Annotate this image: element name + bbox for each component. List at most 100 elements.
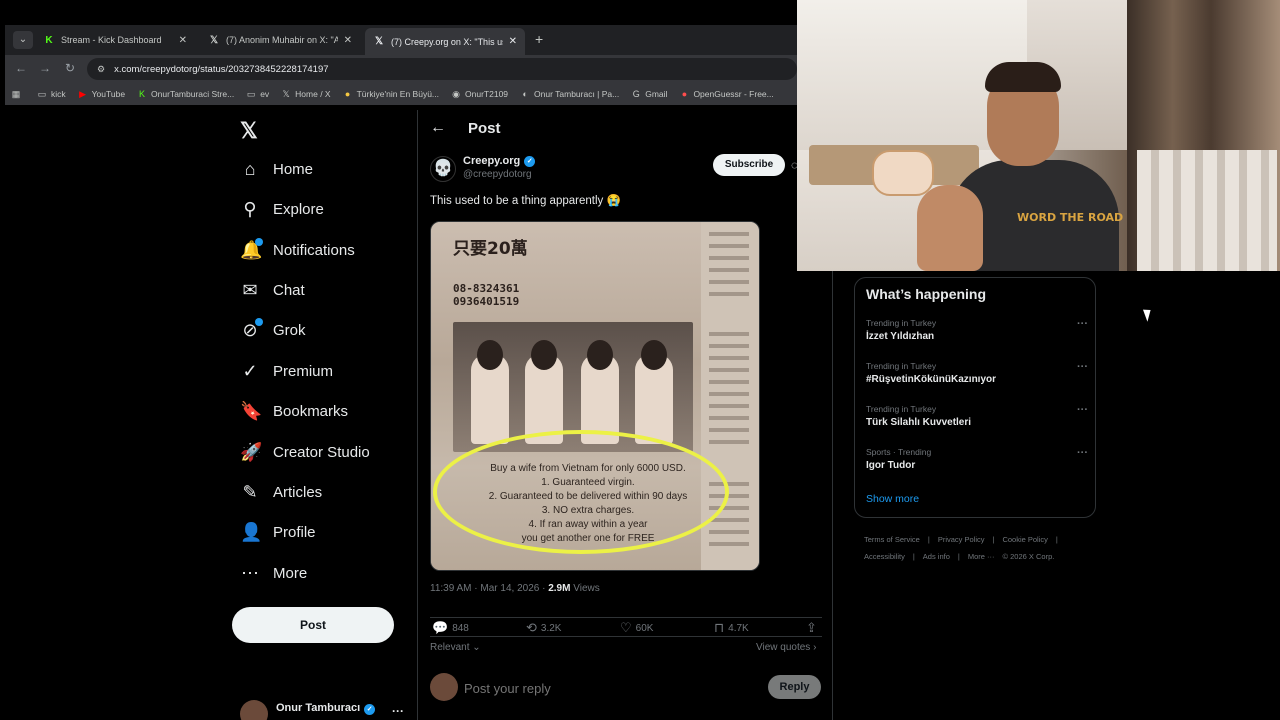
subscribe-button[interactable]: Subscribe <box>713 154 785 176</box>
new-tab-button[interactable]: + <box>535 31 543 47</box>
like-count: 60K <box>635 622 654 634</box>
tab-search-button[interactable]: ⌄ <box>13 31 33 49</box>
more-options-icon[interactable]: ··· <box>1077 404 1088 416</box>
views-label: Views <box>573 583 600 594</box>
articles-icon: ✎ <box>242 481 258 502</box>
sidebar-item-articles[interactable]: ✎ Articles <box>240 477 322 507</box>
close-icon[interactable]: ✕ <box>509 36 517 47</box>
forward-icon[interactable]: → <box>37 61 53 75</box>
bookmark-kick-stream[interactable]: K OnurTamburaci Stre... <box>137 89 234 99</box>
like-action[interactable]: ♡ 60K <box>620 620 653 636</box>
main-column: ← Post 💀 Creepy.org ✓ @creepydotorg Subsc… <box>417 110 833 720</box>
reply-button[interactable]: Reply <box>768 675 821 699</box>
footer-separator: | <box>957 552 960 561</box>
post-text: This used to be a thing apparently 😭 <box>430 195 621 207</box>
folder-icon: ▭ <box>37 88 47 99</box>
post-time[interactable]: 11:39 AM · Mar 14, 2026 · <box>430 583 545 594</box>
repost-count: 3.2K <box>540 622 562 634</box>
sidebar-item-chat[interactable]: ✉ Chat <box>240 275 304 305</box>
author-handle[interactable]: @creepydotorg <box>463 169 532 180</box>
site-info-icon[interactable]: ⚙ <box>97 64 105 75</box>
show-more-link[interactable]: Show more <box>866 493 919 505</box>
kick-icon: K <box>139 89 146 99</box>
bookmark-gmail[interactable]: G Gmail <box>631 89 668 99</box>
sidebar-item-notifications[interactable]: 🔔 Notifications <box>240 235 355 265</box>
google-icon: G <box>632 89 640 99</box>
footer-privacy[interactable]: Privacy Policy <box>938 535 985 544</box>
ad-line: 3. NO extra charges. <box>541 505 635 516</box>
sidebar-item-explore[interactable]: ⚲ Explore <box>240 194 323 224</box>
sidebar-item-home[interactable]: ⌂ Home <box>240 154 313 184</box>
sidebar-item-grok[interactable]: ⊘ Grok <box>240 315 306 345</box>
tab-creepy-org[interactable]: 𝕏 (7) Creepy.org on X: "This used ✕ <box>365 28 525 55</box>
more-options-icon[interactable]: ··· <box>1077 447 1088 459</box>
trend-item[interactable]: Trending in Turkey Türk Silahlı Kuvvetle… <box>866 404 1088 438</box>
tab-title: (7) Creepy.org on X: "This used <box>391 36 503 47</box>
sidebar-item-label: Premium <box>273 362 334 380</box>
trend-item[interactable]: Trending in Turkey #RüşvetinKökünüKazını… <box>866 361 1088 395</box>
tab-anonim-muhabir[interactable]: 𝕏 (7) Anonim Muhabir on X: "Am ✕ <box>200 28 360 52</box>
notification-dot-icon <box>255 317 263 326</box>
bookmark-onur-patreon[interactable]: ◐ Onur Tamburacı | Pa... <box>520 89 619 99</box>
bookmark-youtube[interactable]: ▶ YouTube <box>78 89 125 100</box>
sidebar-item-bookmarks[interactable]: 🔖 Bookmarks <box>240 396 348 426</box>
bookmark-label: OnurTamburaci Stre... <box>151 89 235 99</box>
close-icon[interactable]: ✕ <box>344 35 352 46</box>
bookmarks-bar: ▦ ▭ kick ▶ YouTube K OnurTamburaci Stre... … <box>5 83 797 105</box>
address-bar[interactable]: ⚙ x.com/creepydotorg/status/203273845222… <box>87 58 797 80</box>
footer-accessibility[interactable]: Accessibility <box>864 552 905 561</box>
author-name[interactable]: Creepy.org ✓ <box>463 155 536 167</box>
footer-cookie[interactable]: Cookie Policy <box>1002 535 1047 544</box>
reload-icon[interactable]: ↻ <box>62 61 78 75</box>
webcam-overlay: WORD THE ROAD <box>797 0 1280 271</box>
trend-item[interactable]: Sports · Trending Igor Tudor ··· <box>866 447 1088 481</box>
bookmark-onurt2109[interactable]: ◉ OnurT2109 <box>451 89 508 100</box>
kick-icon: K <box>45 34 53 46</box>
more-options-icon[interactable]: ··· <box>1077 318 1088 330</box>
account-name-text: Onur Tamburacı <box>276 702 361 714</box>
ad-phone: 0936401519 <box>453 295 520 308</box>
sidebar-item-premium[interactable]: ✓ Premium <box>240 356 333 386</box>
apps-icon[interactable]: ▦ <box>11 89 25 100</box>
repost-action[interactable]: ⟲ 3.2K <box>526 620 561 636</box>
post-button[interactable]: Post <box>232 607 394 643</box>
x-logo-icon[interactable]: 𝕏 <box>240 118 258 144</box>
bookmark-home-x[interactable]: 𝕏 Home / X <box>281 89 331 100</box>
close-icon[interactable]: ✕ <box>179 35 187 46</box>
share-action[interactable]: ⇪ <box>806 620 821 636</box>
back-icon[interactable]: ← <box>13 61 29 75</box>
back-arrow-icon[interactable]: ← <box>430 119 446 137</box>
bookmark-label: Gmail <box>645 89 668 99</box>
footer-more[interactable]: More ··· <box>968 552 995 561</box>
author-avatar[interactable]: 💀 <box>430 156 456 182</box>
x-icon: 𝕏 <box>209 34 219 46</box>
bookmark-turkiye[interactable]: ● Türkiye'nin En Büyü... <box>343 89 439 99</box>
more-options-icon[interactable]: ··· <box>1077 361 1088 373</box>
sidebar-item-more[interactable]: ⋯ More <box>240 558 307 588</box>
more-options-icon[interactable]: ··· <box>392 704 404 718</box>
bookmark-action[interactable]: ⊓ 4.7K <box>714 620 749 636</box>
sidebar-item-creator-studio[interactable]: 🚀 Creator Studio <box>240 437 370 467</box>
sort-replies-dropdown[interactable]: Relevant ⌄ <box>430 642 481 653</box>
post-image[interactable]: 只要20萬 08-8324361 0936401519 Buy a wife f… <box>430 221 760 571</box>
home-icon: ⌂ <box>244 158 256 179</box>
ad-line: 2. Guaranteed to be delivered within 90 … <box>488 491 688 502</box>
grok-icon: ⊘ <box>240 317 263 341</box>
footer-separator: | <box>992 535 995 544</box>
footer-terms[interactable]: Terms of Service <box>864 535 920 544</box>
view-quotes-link[interactable]: View quotes › <box>756 642 816 653</box>
bookmark-kick[interactable]: ▭ kick <box>37 89 66 100</box>
bookmark-openguessr[interactable]: ● OpenGuessr - Free... <box>679 89 774 99</box>
reply-action[interactable]: 💬 848 <box>432 620 469 636</box>
bookmark-ev[interactable]: ▭ ev <box>246 89 269 100</box>
bookmark-label: Onur Tamburacı | Pa... <box>534 89 620 99</box>
reply-input[interactable] <box>464 678 734 698</box>
trend-item[interactable]: Trending in Turkey İzzet Yıldızhan ··· <box>866 318 1088 352</box>
tab-kick-dashboard[interactable]: K Stream - Kick Dashboard ✕ <box>35 28 195 52</box>
site-icon: ◐ <box>522 89 528 99</box>
footer-ads-info[interactable]: Ads info <box>923 552 950 561</box>
verified-badge-icon: ✓ <box>364 704 376 715</box>
sidebar-item-profile[interactable]: 👤 Profile <box>240 517 316 547</box>
account-switcher[interactable]: Onur Tamburacı ✓ ··· <box>240 698 410 720</box>
url-text: x.com/creepydotorg/status/20327384522281… <box>114 63 329 75</box>
